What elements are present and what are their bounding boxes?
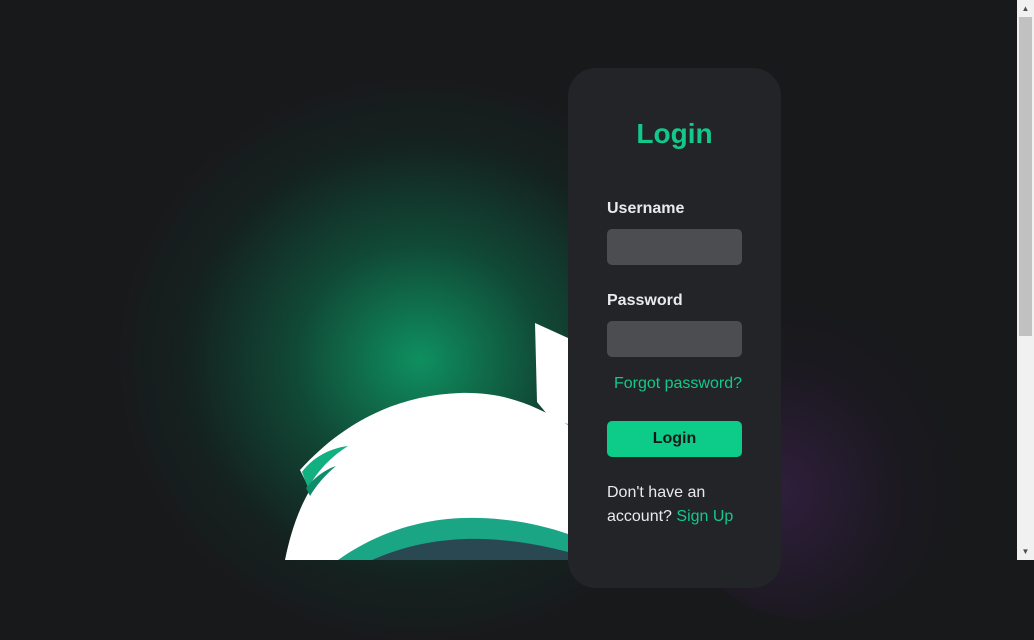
username-label: Username [607, 200, 685, 217]
scroll-up-arrow-icon[interactable]: ▲ [1017, 0, 1034, 17]
password-label: Password [607, 292, 683, 309]
forgot-password-link[interactable]: Forgot password? [614, 375, 742, 393]
hero-illustration [285, 323, 568, 560]
password-input[interactable] [607, 321, 742, 357]
scroll-down-arrow-icon[interactable]: ▼ [1017, 543, 1034, 560]
vertical-scrollbar[interactable]: ▲ ▼ [1017, 0, 1034, 560]
username-input[interactable] [607, 229, 742, 265]
signup-prompt: Don't have an account? Sign Up [607, 481, 747, 529]
login-button[interactable]: Login [607, 421, 742, 457]
signup-link[interactable]: Sign Up [676, 508, 733, 525]
login-card: Login Username Password Forgot password?… [568, 68, 781, 588]
login-title: Login [636, 118, 713, 149]
hero-ear-shape [535, 323, 568, 425]
scroll-thumb[interactable] [1019, 17, 1032, 336]
